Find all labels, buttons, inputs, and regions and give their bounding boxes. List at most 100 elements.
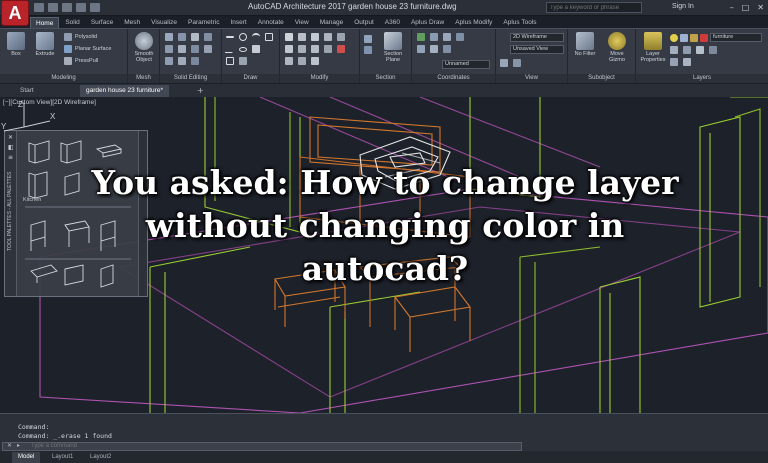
open-file-icon[interactable] — [48, 3, 58, 12]
maximize-icon[interactable]: □ — [742, 3, 750, 12]
region-icon[interactable] — [226, 57, 234, 65]
match-layer-icon[interactable] — [683, 46, 691, 54]
tab-mesh[interactable]: Mesh — [119, 17, 145, 28]
palette-properties-icon[interactable]: ≡ — [8, 154, 13, 161]
copy-icon[interactable] — [285, 45, 293, 53]
smooth-object-button[interactable]: Smooth Object — [131, 32, 157, 63]
tab-insert[interactable]: Insert — [225, 17, 251, 28]
subtract-icon[interactable] — [178, 33, 186, 41]
tab-a360[interactable]: A360 — [380, 17, 405, 28]
shell-icon[interactable] — [178, 45, 186, 53]
saved-view-combo[interactable]: Unsaved View — [510, 45, 564, 54]
taper-faces-icon[interactable] — [178, 57, 186, 65]
save-icon[interactable] — [62, 3, 72, 12]
trim-icon[interactable] — [311, 33, 319, 41]
ucs-zaxis-icon[interactable] — [456, 33, 464, 41]
tab-solid[interactable]: Solid — [60, 17, 84, 28]
command-recent-icon[interactable]: ▸ — [17, 442, 20, 449]
layer-off-icon[interactable] — [670, 58, 678, 66]
ucs-face-icon[interactable] — [430, 45, 438, 53]
mirror-icon[interactable] — [324, 33, 332, 41]
tab-output[interactable]: Output — [349, 17, 379, 28]
tab-aplus-draw[interactable]: Aplus Draw — [406, 17, 449, 28]
named-ucs-combo[interactable]: Unnamed — [442, 60, 490, 69]
ucs-view-icon[interactable] — [443, 45, 451, 53]
palette-close-icon[interactable]: ✕ — [8, 134, 13, 141]
arc-icon[interactable] — [252, 33, 260, 41]
viewport-config-icon[interactable] — [513, 59, 521, 67]
tab-aplus-tools[interactable]: Aplus Tools — [498, 17, 541, 28]
rotate-icon[interactable] — [298, 33, 306, 41]
erase-icon[interactable] — [337, 45, 345, 53]
flatshot-icon[interactable] — [364, 46, 372, 54]
search-input[interactable] — [546, 2, 642, 13]
layer-walk-icon[interactable] — [683, 58, 691, 66]
tab-aplus-modify[interactable]: Aplus Modify — [450, 17, 497, 28]
tab-annotate[interactable]: Annotate — [253, 17, 289, 28]
layer-properties-button[interactable]: Layer Properties — [640, 32, 666, 63]
layer-isolate-icon[interactable] — [696, 46, 704, 54]
fillet-icon[interactable] — [337, 33, 345, 41]
extrude-button[interactable]: Extrude — [32, 32, 58, 57]
scale-icon[interactable] — [311, 45, 319, 53]
no-filter-button[interactable]: No Filter — [572, 32, 598, 57]
view-cube-icon[interactable] — [500, 59, 508, 67]
intersect-icon[interactable] — [191, 33, 199, 41]
layer-lock-icon[interactable] — [690, 33, 698, 42]
palette-autohide-icon[interactable]: ◧ — [8, 144, 14, 151]
presspull-button[interactable]: PressPull — [64, 57, 98, 65]
tab-home[interactable]: Home — [30, 17, 60, 28]
command-close-icon[interactable]: ✕ — [7, 442, 12, 449]
ellipse-icon[interactable] — [239, 46, 247, 52]
make-current-icon[interactable] — [670, 46, 678, 54]
union-icon[interactable] — [165, 33, 173, 41]
tab-parametric[interactable]: Parametric — [183, 17, 224, 28]
layout-tab-model[interactable]: Model — [12, 452, 41, 463]
spline-icon[interactable] — [239, 57, 247, 65]
layer-color-icon[interactable] — [700, 33, 708, 42]
tool-palette-title-strip[interactable]: ✕ ◧ ≡ TOOL PALETTES - ALL PALETTES — [5, 131, 17, 296]
line-icon[interactable] — [226, 36, 234, 38]
close-icon[interactable]: ✕ — [757, 3, 764, 12]
ucs-world-icon[interactable] — [430, 33, 438, 41]
planar-surface-button[interactable]: Planar Surface — [64, 45, 111, 53]
move-icon[interactable] — [285, 33, 293, 41]
polysolid-button[interactable]: Polysolid — [64, 33, 97, 41]
stretch-icon[interactable] — [298, 45, 306, 53]
file-tab-drawing[interactable]: garden house 23 furniture* — [80, 85, 169, 97]
tab-view[interactable]: View — [290, 17, 314, 28]
move-gizmo-button[interactable]: Move Gizmo — [604, 32, 630, 63]
sign-in-link[interactable]: Sign In — [672, 3, 694, 10]
ucs-3point-icon[interactable] — [417, 45, 425, 53]
ucs-origin-icon[interactable] — [443, 33, 451, 41]
separate-icon[interactable] — [165, 57, 173, 65]
fillet-edge-icon[interactable] — [165, 45, 173, 53]
tab-visualize[interactable]: Visualize — [146, 17, 182, 28]
new-file-icon[interactable] — [34, 3, 44, 12]
layout-tab-layout1[interactable]: Layout1 — [46, 452, 79, 463]
application-menu-button[interactable]: A — [2, 1, 28, 25]
undo-icon[interactable] — [76, 3, 86, 12]
layer-freeze-icon[interactable] — [680, 33, 688, 42]
extract-edges-icon[interactable] — [191, 45, 199, 53]
redo-icon[interactable] — [90, 3, 100, 12]
array-icon[interactable] — [324, 45, 332, 53]
slice-icon[interactable] — [204, 33, 212, 41]
align-icon[interactable] — [311, 57, 319, 65]
layout-tab-layout2[interactable]: Layout2 — [84, 452, 117, 463]
circle-icon[interactable] — [239, 33, 247, 41]
tab-surface[interactable]: Surface — [86, 17, 118, 28]
visual-style-combo[interactable]: 2D Wireframe — [510, 33, 564, 42]
box-button[interactable]: Box — [3, 32, 29, 57]
tab-manage[interactable]: Manage — [315, 17, 349, 28]
section-plane-button[interactable]: Section Plane — [380, 32, 406, 63]
offset-faces-icon[interactable] — [191, 57, 199, 65]
section-icon[interactable] — [364, 35, 372, 43]
rectangle-icon[interactable] — [265, 33, 273, 41]
layer-on-icon[interactable] — [670, 33, 678, 42]
imprint-icon[interactable] — [204, 45, 212, 53]
ucs-icon-button[interactable] — [417, 33, 425, 41]
minimize-icon[interactable]: – — [730, 3, 734, 12]
offset-icon[interactable] — [285, 57, 293, 65]
current-layer-combo[interactable]: furniture — [710, 33, 762, 42]
